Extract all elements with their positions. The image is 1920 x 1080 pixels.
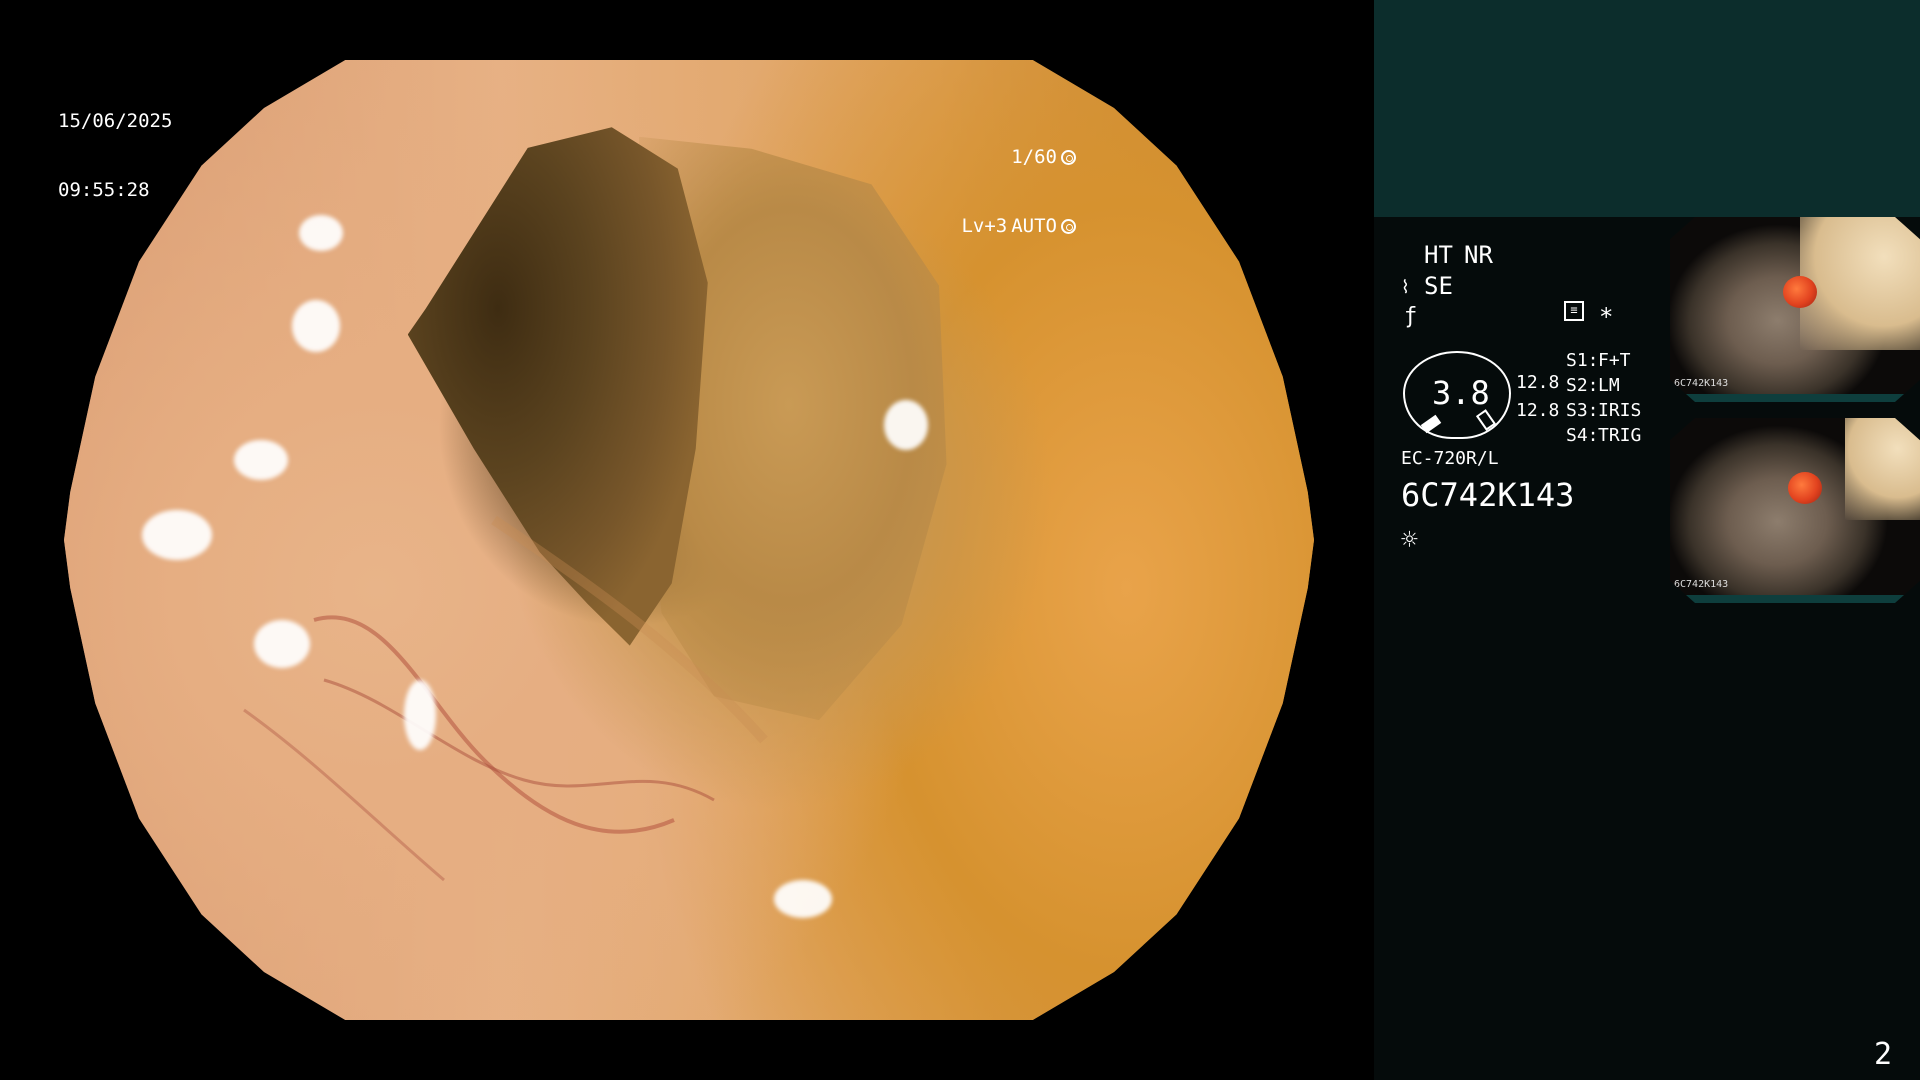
polyp-shape: [1787, 471, 1822, 504]
value-a: 12.8: [1516, 372, 1560, 393]
endoscopy-view: 15/06/2025 09:55:28 1/60 Lv+3 AUTO: [0, 0, 1374, 1080]
specular-glare: [234, 440, 288, 480]
endoscope-image: [64, 60, 1314, 1020]
serial-number: 6C742K143: [1401, 476, 1575, 514]
mode-nr: NR: [1464, 241, 1493, 269]
specular-glare: [299, 215, 343, 251]
scope-model: EC-720R/L: [1401, 448, 1499, 469]
thumbnail-bar: [1670, 595, 1920, 603]
s4-label: S4:: [1566, 425, 1599, 446]
page-number: 2: [1873, 1037, 1892, 1072]
gauge-right-marker: [1475, 409, 1497, 431]
se-icon: ⌇: [1401, 277, 1410, 298]
s2-label: S2:: [1566, 375, 1599, 396]
specular-glare: [774, 880, 832, 918]
thumbnail-highlight: [1845, 418, 1920, 520]
level-value: Lv+3: [961, 215, 1008, 237]
specular-glare: [404, 680, 436, 750]
thumbnail-label: 6C742K143: [1674, 579, 1729, 590]
specular-glare: [254, 620, 310, 668]
thumbnail-label: 6C742K143: [1674, 378, 1729, 389]
shutter-row: 1/60: [961, 146, 1076, 169]
shutter-icon: [1061, 150, 1076, 165]
brightness-gauge: 3.8: [1403, 351, 1511, 439]
shutter-value: 1/60: [1011, 146, 1057, 168]
capture-thumbnail[interactable]: 6C742K143: [1670, 217, 1920, 402]
specular-glare: [884, 400, 928, 450]
specular-glare: [142, 510, 212, 560]
s1-label: S1:: [1566, 350, 1599, 371]
mode-ht: HT: [1424, 241, 1453, 269]
thumbnail-highlight: [1800, 217, 1920, 351]
aperture-icon: [1061, 219, 1076, 234]
thumbnail-bar: [1670, 394, 1920, 402]
polyp-shape: [1782, 276, 1817, 309]
mode-se: SE: [1424, 272, 1453, 300]
exposure-mode: AUTO: [1011, 215, 1057, 237]
timestamp: 15/06/2025 09:55:28: [58, 64, 172, 248]
light-icon: ☼: [1401, 523, 1418, 556]
info-panel-top: [1374, 0, 1920, 217]
settings-icon: ≡: [1564, 301, 1584, 321]
vessel-pattern: [243, 515, 768, 882]
s3-label: S3:: [1566, 400, 1599, 421]
time-text: 09:55:28: [58, 179, 150, 201]
capture-thumbnail[interactable]: 6C742K143: [1670, 418, 1920, 603]
value-b: 12.8: [1516, 400, 1560, 421]
gauge-left-marker: [1420, 414, 1442, 434]
gauge-value: 3.8: [1432, 374, 1490, 412]
s1-value: F+T: [1598, 350, 1631, 371]
s4-value: TRIG: [1598, 425, 1642, 446]
date-text: 15/06/2025: [58, 110, 173, 132]
s2-value: LM: [1598, 375, 1620, 396]
exposure-row: Lv+3 AUTO: [961, 215, 1076, 238]
asterisk-icon: *: [1599, 303, 1614, 331]
exposure-readout: 1/60 Lv+3 AUTO: [961, 100, 1076, 284]
function-icon: ƒ: [1404, 304, 1418, 329]
specular-glare: [292, 300, 340, 352]
s3-value: IRIS: [1598, 400, 1642, 421]
